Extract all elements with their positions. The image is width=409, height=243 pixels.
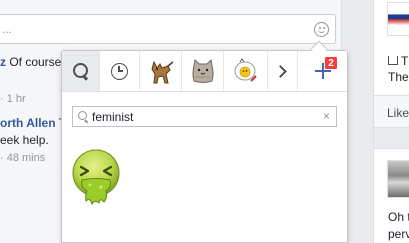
sticker-store-button[interactable]: 2 [298, 51, 347, 91]
sticker-picker: 2 × [61, 50, 348, 243]
tab-next[interactable] [268, 51, 298, 91]
tab-sticker-pack-cat[interactable] [182, 51, 224, 91]
post-thumbnail[interactable] [387, 160, 409, 198]
comment-placeholder: ... [2, 22, 13, 36]
chevron-right-icon [274, 64, 287, 78]
like-button[interactable]: Like [387, 106, 409, 120]
share-text: T [401, 54, 409, 68]
sticker-search-input[interactable] [92, 109, 317, 124]
notification-badge: 2 [324, 56, 338, 70]
egg-sticker-icon [234, 58, 257, 82]
clear-icon[interactable]: × [323, 110, 330, 123]
comment-line: eek help. [0, 133, 49, 147]
comment-text: Of course, [6, 55, 65, 69]
clock-icon [111, 62, 128, 80]
search-icon [78, 111, 89, 122]
comment-line: z Of course, [0, 55, 65, 69]
comment-meta: · 48 mins [0, 152, 45, 164]
comment-text: eek help. [0, 133, 49, 147]
post-thumbnail[interactable]: Co [387, 2, 409, 36]
right-column: Co T The Like Oh t perv [373, 0, 409, 243]
thumbnail-text: Co [390, 23, 401, 32]
dog-sticker-icon [150, 60, 173, 84]
comment-time[interactable]: · 1 hr [0, 93, 26, 105]
sticker-result[interactable] [66, 147, 126, 207]
post-text: Oh t [388, 210, 409, 224]
smiley-icon[interactable] [314, 22, 329, 37]
search-icon [72, 63, 89, 79]
comment-time[interactable]: · 48 mins [0, 152, 45, 164]
tab-sticker-pack-dog[interactable] [140, 51, 182, 91]
sticker-tab-bar: 2 [62, 51, 347, 92]
cat-sticker-icon [192, 58, 213, 83]
tab-sticker-pack-egg[interactable] [224, 51, 268, 91]
post-text: The [388, 70, 409, 84]
tab-search[interactable] [62, 51, 100, 91]
vomiting-face-sticker-icon [72, 149, 120, 206]
sticker-search-field: × [72, 106, 337, 127]
comment-input[interactable]: ... [0, 14, 336, 44]
commenter-name[interactable]: orth Allen [0, 116, 56, 130]
post-text: perv [388, 227, 409, 241]
comment-meta: · 1 hr [0, 93, 26, 105]
divider [374, 127, 409, 149]
comment-line: orth Allen T [0, 116, 66, 130]
tab-recent[interactable] [100, 51, 140, 91]
share-icon [388, 56, 398, 65]
